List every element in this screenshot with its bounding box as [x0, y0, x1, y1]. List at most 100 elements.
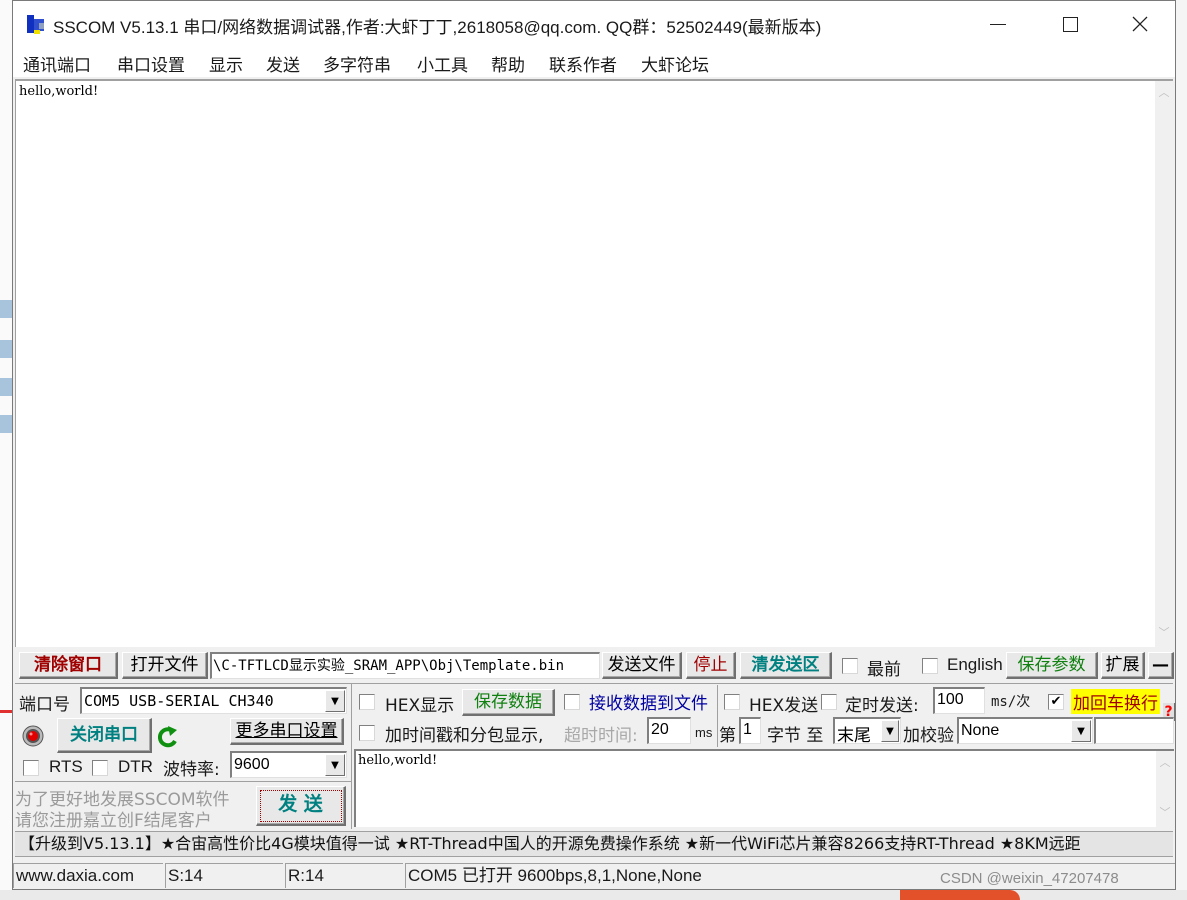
byte-suffix: 字节 至: [767, 726, 824, 746]
collapse-button[interactable]: —: [1148, 652, 1174, 679]
menu-forum[interactable]: 大虾论坛: [641, 51, 709, 76]
receive-scrollbar[interactable]: ︿ ﹀: [1155, 81, 1173, 647]
menu-serial-settings[interactable]: 串口设置: [117, 51, 185, 76]
add-crlf-checkbox[interactable]: ✔: [1048, 694, 1064, 710]
recv-to-file-checkbox[interactable]: [564, 694, 580, 710]
timestamp-label: 加时间戳和分包显示,: [385, 726, 544, 746]
background-app-left: [0, 0, 12, 900]
maximize-button[interactable]: [1035, 1, 1105, 47]
send-file-button[interactable]: 发送文件: [602, 652, 682, 679]
baud-value: 9600: [234, 756, 270, 773]
timed-send-checkbox[interactable]: [821, 694, 837, 710]
ticker-text: 【升级到V5.13.1】★合宙高性价比4G模块值得一试 ★RT-Thread中国…: [19, 834, 1081, 853]
port-value: COM5 USB-SERIAL CH340: [84, 692, 274, 710]
scroll-up-icon[interactable]: ︿: [1155, 83, 1173, 103]
send-textarea[interactable]: hello,world! ︿ ﹀: [354, 749, 1174, 827]
checksum-extra-input[interactable]: [1094, 717, 1174, 744]
title-bar: SSCOM V5.13.1 串口/网络数据调试器,作者:大虾丁丁,2618058…: [13, 1, 1175, 47]
timed-unit-label: ms/次: [991, 694, 1031, 710]
timeout-input[interactable]: 20: [647, 717, 691, 744]
timeout-label: 超时时间:: [564, 726, 638, 746]
app-icon: [27, 15, 44, 34]
stop-button[interactable]: 停止: [686, 652, 736, 679]
file-path-input[interactable]: \C-TFTLCD显示实验_SRAM_APP\Obj\Template.bin: [210, 652, 600, 679]
topmost-label: 最前: [867, 660, 901, 680]
rts-checkbox[interactable]: [23, 760, 39, 776]
add-crlf-label: 加回车换行: [1071, 689, 1160, 714]
hex-send-label: HEX发送: [749, 696, 819, 716]
close-button[interactable]: [1105, 1, 1175, 47]
background-strip: [0, 300, 12, 318]
divider: [15, 781, 351, 782]
timed-interval-input[interactable]: 100: [933, 687, 985, 714]
status-website[interactable]: www.daxia.com: [13, 863, 163, 888]
background-strip: [0, 415, 12, 433]
background-app-bottom: [0, 890, 1187, 900]
hex-send-checkbox[interactable]: [724, 694, 740, 710]
expand-button[interactable]: 扩展: [1101, 652, 1145, 679]
timed-send-label: 定时发送:: [845, 696, 919, 716]
checksum-select[interactable]: None ▼: [957, 717, 1093, 744]
byte-to-select[interactable]: 末尾 ▼: [833, 717, 901, 744]
menu-display[interactable]: 显示: [209, 51, 243, 76]
port-label: 端口号: [19, 695, 70, 715]
divider: [15, 683, 1173, 684]
menu-help[interactable]: 帮助: [491, 51, 525, 76]
close-port-button[interactable]: 关闭串口: [57, 718, 152, 753]
sscom-window: SSCOM V5.13.1 串口/网络数据调试器,作者:大虾丁丁,2618058…: [12, 0, 1176, 890]
divider: [351, 684, 352, 829]
receive-textarea[interactable]: hello,world! ︿ ﹀: [15, 79, 1173, 647]
scroll-down-icon[interactable]: ﹀: [1155, 623, 1173, 643]
recv-to-file-label: 接收数据到文件: [589, 694, 708, 714]
hex-display-checkbox[interactable]: [359, 694, 375, 710]
more-settings-button[interactable]: 更多串口设置: [230, 718, 344, 745]
scroll-down-icon[interactable]: ﹀: [1156, 803, 1174, 823]
watermark: CSDN @weixin_47207478: [940, 870, 1119, 887]
background-strip: [0, 378, 12, 396]
baud-label: 波特率:: [163, 760, 220, 780]
clear-window-button[interactable]: 清除窗口: [19, 652, 118, 679]
save-params-button[interactable]: 保存参数: [1006, 652, 1098, 679]
checksum-value: None: [961, 722, 1000, 739]
scroll-up-icon[interactable]: ︿: [1156, 753, 1174, 773]
english-checkbox[interactable]: [922, 658, 938, 674]
status-received-count: R:14: [285, 863, 403, 888]
menu-comm-port[interactable]: 通讯端口: [23, 51, 91, 76]
minimize-icon: [990, 23, 1006, 25]
background-strip: [0, 340, 12, 358]
port-status-led-icon: [22, 725, 44, 747]
send-scrollbar[interactable]: ︿ ﹀: [1156, 751, 1174, 827]
english-label: English: [947, 655, 1003, 674]
menu-multi-string[interactable]: 多字符串: [323, 51, 391, 76]
chevron-down-icon[interactable]: ▼: [325, 690, 345, 712]
background-strip: [0, 710, 12, 713]
clear-send-button[interactable]: 清发送区: [740, 652, 832, 679]
chevron-down-icon[interactable]: ▼: [1071, 720, 1091, 742]
send-button[interactable]: 发 送: [256, 786, 346, 826]
window-title: SSCOM V5.13.1 串口/网络数据调试器,作者:大虾丁丁,2618058…: [53, 18, 822, 37]
minimize-button[interactable]: [963, 1, 1033, 47]
maximize-icon: [1062, 16, 1078, 32]
port-select[interactable]: COM5 USB-SERIAL CH340 ▼: [80, 687, 347, 714]
receive-text: hello,world!: [19, 84, 99, 99]
chevron-down-icon[interactable]: ▼: [881, 720, 899, 742]
chevron-down-icon[interactable]: ▼: [325, 754, 345, 776]
promo-line-2: 请您注册嘉立创F结尾客户: [15, 811, 212, 831]
open-file-button[interactable]: 打开文件: [122, 652, 208, 679]
news-ticker[interactable]: 【升级到V5.13.1】★合宙高性价比4G模块值得一试 ★RT-Thread中国…: [15, 831, 1173, 857]
background-red-tab: [900, 890, 1020, 900]
topmost-checkbox[interactable]: [842, 658, 858, 674]
menu-tools[interactable]: 小工具: [417, 51, 468, 76]
timestamp-checkbox[interactable]: [359, 725, 375, 741]
save-data-button[interactable]: 保存数据: [462, 689, 555, 716]
status-sent-count: S:14: [165, 863, 283, 888]
hex-display-label: HEX显示: [385, 696, 455, 716]
rts-label: RTS: [49, 757, 83, 776]
byte-from-input[interactable]: 1: [739, 717, 761, 744]
menu-send[interactable]: 发送: [266, 51, 300, 76]
refresh-icon[interactable]: [156, 724, 180, 750]
byte-prefix: 第: [719, 726, 736, 746]
baud-select[interactable]: 9600 ▼: [230, 751, 347, 778]
dtr-checkbox[interactable]: [92, 760, 108, 776]
menu-contact-author[interactable]: 联系作者: [549, 51, 617, 76]
